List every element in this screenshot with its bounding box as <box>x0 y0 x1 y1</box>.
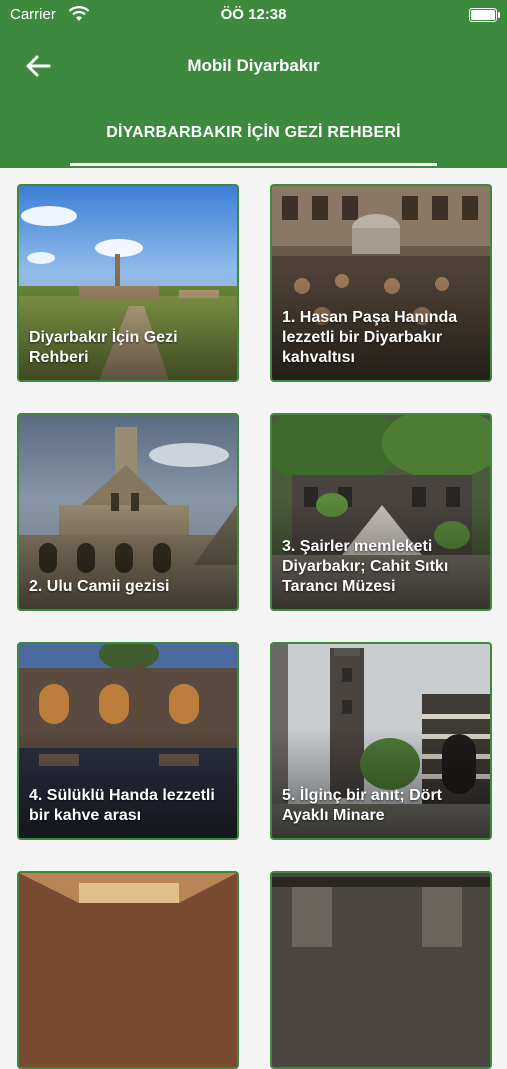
guide-grid: Diyarbakır İçin Gezi Rehberi 1. Hasan Pa… <box>0 168 507 1069</box>
tab-gezi-rehberi[interactable]: DİYARBARBAKIR İÇİN GEZİ REHBERİ <box>70 112 437 166</box>
card-caption: 2. Ulu Camii gezisi <box>29 578 170 595</box>
page-title: Mobil Diyarbakır <box>187 56 320 75</box>
nav-bar: Mobil Diyarbakır <box>0 44 507 88</box>
card-caption: 1. Hasan Paşa Hanında lezzetli bir Diyar… <box>282 309 458 366</box>
guide-card[interactable]: 1. Hasan Paşa Hanında lezzetli bir Diyar… <box>270 184 492 382</box>
status-bar: Carrier ÖÖ 12:38 <box>0 0 507 30</box>
card-image <box>272 873 490 1067</box>
guide-card[interactable] <box>17 871 239 1069</box>
card-caption: 5. İlginç bir anıt; Dört Ayaklı Minare <box>282 787 443 824</box>
card-caption: 4. Sülüklü Handa lezzetli bir kahve aras… <box>29 787 215 824</box>
tab-label: DİYARBARBAKIR İÇİN GEZİ REHBERİ <box>106 124 401 141</box>
card-image <box>19 873 237 1067</box>
card-caption: Diyarbakır İçin Gezi Rehberi <box>29 329 178 366</box>
guide-card[interactable] <box>270 871 492 1069</box>
guide-card[interactable]: 4. Sülüklü Handa lezzetli bir kahve aras… <box>17 642 239 840</box>
guide-card[interactable]: Diyarbakır İçin Gezi Rehberi <box>17 184 239 382</box>
tab-indicator <box>70 163 437 166</box>
clock: ÖÖ 12:38 <box>220 6 287 23</box>
card-caption: 3. Şairler memleketi Diyarbakır; Cahit S… <box>282 538 449 595</box>
guide-card[interactable]: 2. Ulu Camii gezisi <box>17 413 239 611</box>
app-header: Carrier ÖÖ 12:38 Mobil Diyarbakır DİYARB… <box>0 0 507 168</box>
guide-card[interactable]: 5. İlginç bir anıt; Dört Ayaklı Minare <box>270 642 492 840</box>
guide-card[interactable]: 3. Şairler memleketi Diyarbakır; Cahit S… <box>270 413 492 611</box>
battery-icon <box>469 8 500 22</box>
